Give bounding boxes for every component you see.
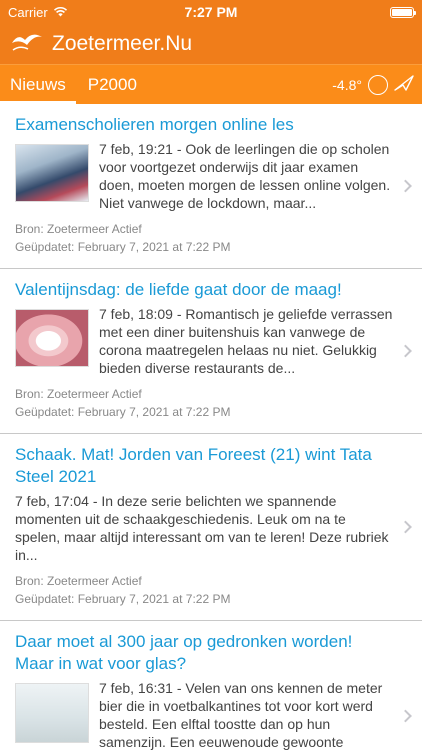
news-item[interactable]: Examenscholieren morgen online les 7 feb… <box>0 104 422 269</box>
news-updated: Geüpdatet: February 7, 2021 at 7:22 PM <box>15 240 231 254</box>
seagull-logo-icon <box>10 31 44 58</box>
wifi-icon <box>53 5 68 20</box>
tab-nieuws[interactable]: Nieuws <box>0 65 76 104</box>
chevron-right-icon <box>399 709 412 723</box>
news-thumbnail <box>15 683 89 743</box>
news-title[interactable]: Valentijnsdag: de liefde gaat door de ma… <box>15 279 394 301</box>
news-title[interactable]: Examenscholieren morgen online les <box>15 114 394 136</box>
app-header: Zoetermeer.Nu <box>0 24 422 64</box>
wind-direction-icon <box>394 74 414 95</box>
tab-bar: Nieuws P2000 -4.8° <box>0 64 422 104</box>
news-list[interactable]: Examenscholieren morgen online les 7 feb… <box>0 104 422 750</box>
news-item[interactable]: Schaak. Mat! Jorden van Foreest (21) win… <box>0 434 422 621</box>
news-thumbnail <box>15 144 89 202</box>
news-summary: 7 feb, 16:31 - Velen van ons kennen de m… <box>99 680 383 750</box>
status-bar: Carrier 7:27 PM <box>0 0 422 24</box>
chevron-right-icon <box>399 179 412 193</box>
top-bar: Carrier 7:27 PM Zoetermeer.Nu <box>0 0 422 64</box>
chevron-right-icon <box>399 520 412 534</box>
battery-icon <box>390 6 416 18</box>
chevron-right-icon <box>399 344 412 358</box>
news-source: Bron: Zoetermeer Actief <box>15 222 142 236</box>
app-title: Zoetermeer.Nu <box>52 32 193 55</box>
news-source: Bron: Zoetermeer Actief <box>15 574 142 588</box>
tab-label: P2000 <box>87 74 137 94</box>
news-summary: 7 feb, 18:09 - Romantisch je geliefde ve… <box>99 306 393 376</box>
carrier-label: Carrier <box>8 4 48 20</box>
moon-icon <box>368 74 388 95</box>
news-title[interactable]: Daar moet al 300 jaar op gedronken worde… <box>15 631 394 675</box>
news-item[interactable]: Daar moet al 300 jaar op gedronken worde… <box>0 621 422 750</box>
temperature-label: -4.8° <box>332 76 362 93</box>
news-thumbnail <box>15 309 89 367</box>
news-summary: 7 feb, 17:04 - In deze serie belichten w… <box>15 493 389 563</box>
tab-label: Nieuws <box>10 74 66 94</box>
weather-widget[interactable]: -4.8° <box>332 65 414 104</box>
news-updated: Geüpdatet: February 7, 2021 at 7:22 PM <box>15 592 231 606</box>
news-item[interactable]: Valentijnsdag: de liefde gaat door de ma… <box>0 269 422 434</box>
news-source: Bron: Zoetermeer Actief <box>15 387 142 401</box>
tab-p2000[interactable]: P2000 <box>76 65 147 104</box>
news-title[interactable]: Schaak. Mat! Jorden van Foreest (21) win… <box>15 444 394 488</box>
news-updated: Geüpdatet: February 7, 2021 at 7:22 PM <box>15 405 231 419</box>
news-summary: 7 feb, 19:21 - Ook de leerlingen die op … <box>99 141 391 211</box>
